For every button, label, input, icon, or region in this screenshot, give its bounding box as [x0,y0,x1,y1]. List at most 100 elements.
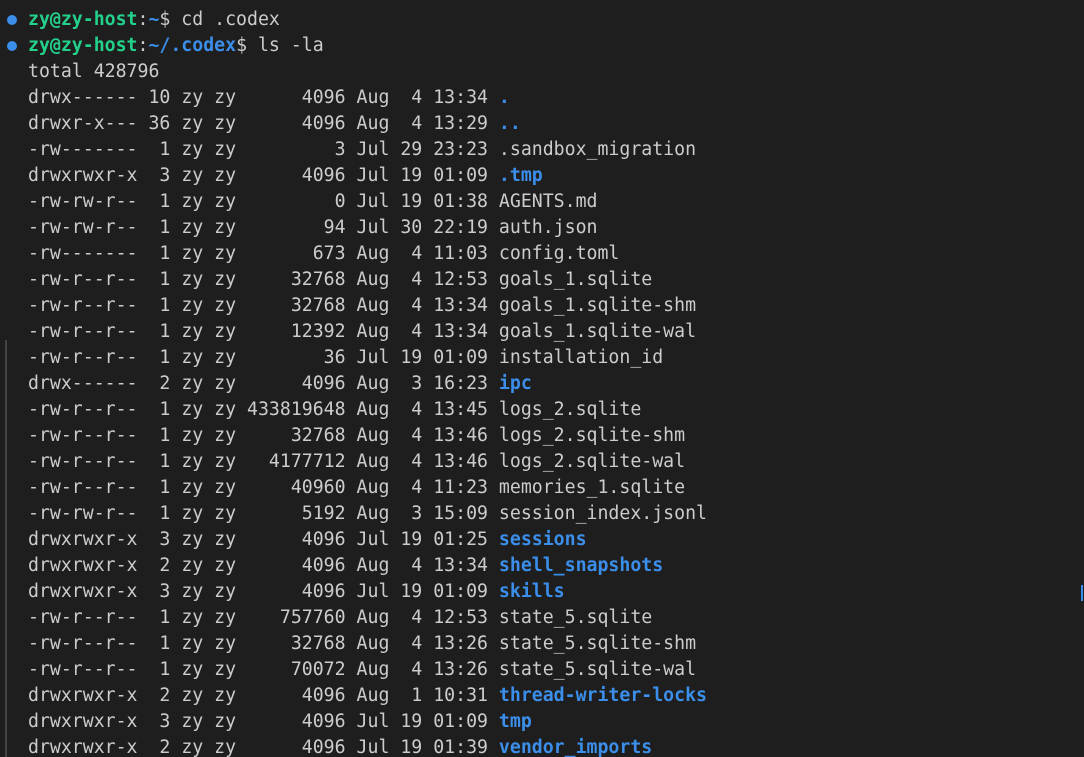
entry-size: 32768 [247,269,346,290]
entry-time: 13:26 [433,633,488,654]
entry-owner: zy [181,451,204,472]
entry-time: 11:03 [433,243,488,264]
list-item: -rw-r--r-- 1 zy zy 433819648 Aug 4 13:45… [28,397,641,423]
entry-permissions: -rw-r--r-- [28,295,138,316]
entry-group: zy [214,529,237,550]
entry-owner: zy [181,711,204,732]
entry-links: 1 [148,503,171,524]
entry-group: zy [214,347,237,368]
entry-owner: zy [181,165,204,186]
entry-links: 1 [148,269,171,290]
entry-owner: zy [181,87,204,108]
total-line: total 428796 [28,59,159,85]
entry-day: 3 [400,503,423,524]
entry-name-file: logs_2.sqlite-shm [498,425,686,446]
entry-size: 4096 [247,581,346,602]
prompt-user-host: zy@zy-host [28,35,138,56]
entry-size: 32768 [247,295,346,316]
scroll-gutter [5,340,7,757]
entry-time: 15:09 [433,503,488,524]
entry-name-file: installation_id [498,347,664,368]
entry-name-directory: thread-writer-locks [498,685,707,706]
entry-owner: zy [181,477,204,498]
entry-day: 4 [400,633,423,654]
entry-owner: zy [181,217,204,238]
prompt-line: zy@zy-host:~$ cd .codex [28,7,280,33]
entry-time: 01:25 [433,529,488,550]
entry-links: 2 [148,737,171,757]
entry-size: 4096 [247,113,346,134]
entry-permissions: -rw-r--r-- [28,659,138,680]
entry-size: 4096 [247,529,346,550]
entry-links: 2 [148,685,171,706]
entry-links: 1 [148,451,171,472]
command-decoration-icon[interactable] [7,41,17,51]
entry-permissions: drwxrwxr-x [28,165,138,186]
entry-permissions: -rw-r--r-- [28,477,138,498]
entry-day: 4 [400,321,423,342]
entry-group: zy [214,477,237,498]
entry-month: Aug [356,477,390,498]
entry-day: 4 [400,399,423,420]
entry-day: 4 [400,425,423,446]
entry-time: 12:53 [433,269,488,290]
entry-name-directory: skills [498,581,565,602]
entry-group: zy [214,373,237,394]
entry-permissions: drwxrwxr-x [28,711,138,732]
entry-links: 1 [148,347,171,368]
entry-size: 36 [247,347,346,368]
entry-permissions: -rw-r--r-- [28,321,138,342]
entry-name-file: AGENTS.md [498,191,598,212]
entry-time: 12:53 [433,607,488,628]
entry-name-file: logs_2.sqlite-wal [498,451,686,472]
entry-size: 4096 [247,373,346,394]
entry-month: Aug [356,87,390,108]
entry-time: 13:29 [433,113,488,134]
entry-name-file: .sandbox_migration [498,139,697,160]
entry-permissions: -rw-r--r-- [28,607,138,628]
entry-permissions: -rw-r--r-- [28,347,138,368]
entry-permissions: drwx------ [28,373,138,394]
scrollbar-thumb[interactable] [1081,585,1083,601]
entry-owner: zy [181,269,204,290]
entry-day: 4 [400,295,423,316]
entry-month: Aug [356,633,390,654]
command-decoration-icon[interactable] [7,15,17,25]
entry-size: 4096 [247,711,346,732]
entry-name-file: state_5.sqlite [498,607,653,628]
entry-month: Aug [356,113,390,134]
entry-owner: zy [181,373,204,394]
entry-time: 13:34 [433,295,488,316]
prompt-path: ~ [148,9,160,30]
entry-name-directory: shell_snapshots [498,555,664,576]
entry-permissions: drwx------ [28,87,138,108]
entry-links: 3 [148,581,171,602]
entry-links: 1 [148,217,171,238]
entry-size: 3 [247,139,346,160]
list-item: -rw-r--r-- 1 zy zy 32768 Aug 4 13:26 sta… [28,631,696,657]
entry-links: 1 [148,607,171,628]
terminal-pane[interactable]: zy@zy-host:~$ cd .codex zy@zy-host:~/.cod… [0,0,1084,757]
entry-size: 32768 [247,425,346,446]
list-item: -rw-rw-r-- 1 zy zy 0 Jul 19 01:38 AGENTS… [28,189,597,215]
entry-links: 36 [148,113,171,134]
entry-size: 4177712 [247,451,346,472]
entry-name-directory: sessions [498,529,587,550]
entry-size: 32768 [247,633,346,654]
list-item: -rw------- 1 zy zy 3 Jul 29 23:23 .sandb… [28,137,696,163]
entry-size: 70072 [247,659,346,680]
entry-group: zy [214,191,237,212]
entry-name-directory: vendor_imports [498,737,653,757]
entry-size: 4096 [247,87,346,108]
entry-time: 01:09 [433,165,488,186]
command-text: $ cd .codex [159,9,280,30]
list-item: -rw-r--r-- 1 zy zy 32768 Aug 4 13:46 log… [28,423,685,449]
entry-size: 4096 [247,685,346,706]
entry-month: Aug [356,243,390,264]
entry-month: Aug [356,607,390,628]
entry-month: Aug [356,503,390,524]
entry-links: 1 [148,659,171,680]
entry-month: Aug [356,425,390,446]
entry-owner: zy [181,243,204,264]
entry-name-file: goals_1.sqlite [498,269,653,290]
